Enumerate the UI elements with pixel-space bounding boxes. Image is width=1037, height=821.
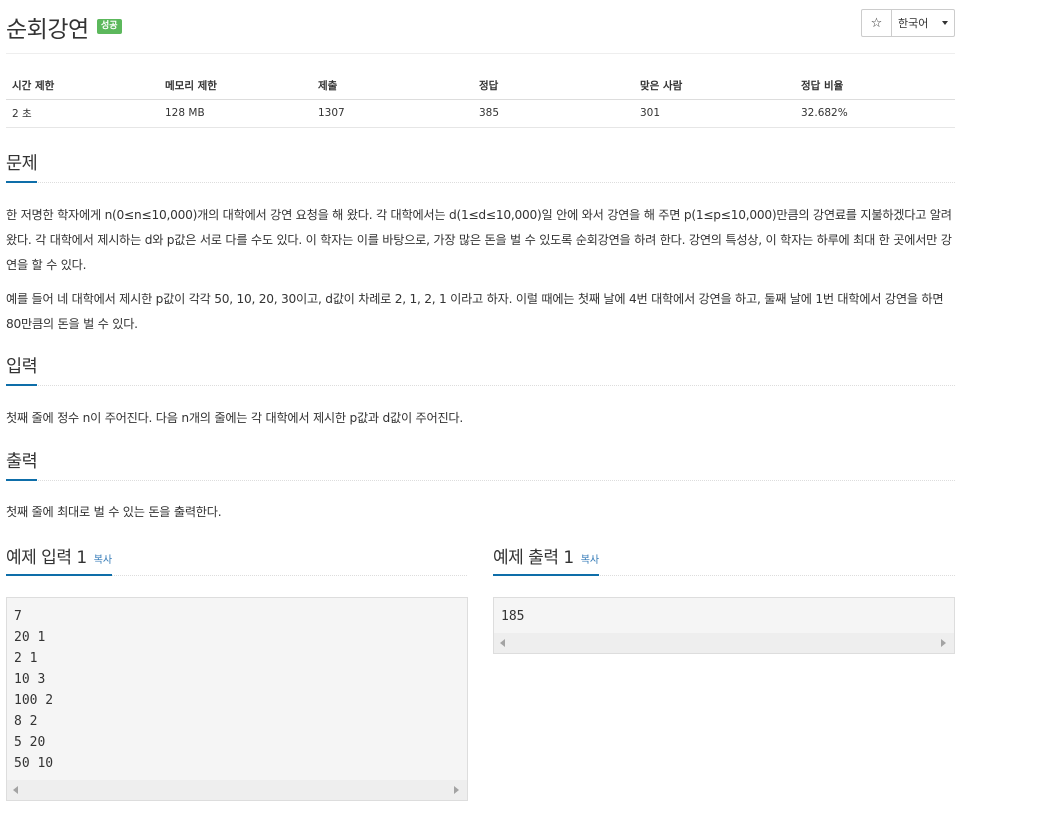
page-title: 순회강연 (6, 17, 89, 43)
scroll-left-icon[interactable] (500, 639, 505, 647)
sample-output-content: 185 (501, 609, 525, 624)
problem-description-2: 예를 들어 네 대학에서 제시한 p값이 각각 50, 10, 20, 30이고… (6, 292, 944, 331)
header-submissions: 제출 (312, 72, 473, 100)
table-row: 2 초 128 MB 1307 385 301 32.682% (6, 99, 955, 128)
input-section-header: 입력 (6, 356, 955, 386)
caret-down-icon (942, 21, 948, 25)
time-limit-value: 2 초 (6, 99, 159, 128)
header-accepted: 정답 (473, 72, 634, 100)
scroll-left-icon[interactable] (13, 786, 18, 794)
sample-input-title: 예제 입력 1 (6, 548, 87, 568)
scroll-right-icon[interactable] (941, 639, 946, 647)
scroll-right-icon[interactable] (454, 786, 459, 794)
header-solvers: 맞은 사람 (634, 72, 795, 100)
title-row: 순회강연 성공 ☆ 한국어 (6, 8, 955, 54)
copy-sample-input-link[interactable]: 복사 (94, 551, 112, 566)
title-actions: ☆ 한국어 (861, 9, 955, 37)
output-section-header: 출력 (6, 451, 955, 481)
copy-sample-output-link[interactable]: 복사 (581, 551, 599, 566)
star-icon: ☆ (870, 15, 883, 31)
problem-section-header: 문제 (6, 153, 955, 183)
sample-input-title-wrap: 예제 입력 1 복사 (6, 543, 113, 576)
header-time-limit: 시간 제한 (6, 72, 159, 100)
sample-output-box: 185 (493, 597, 955, 654)
header-memory-limit: 메모리 제한 (159, 72, 312, 100)
favorite-button[interactable]: ☆ (861, 9, 892, 37)
header-ratio: 정답 비율 (795, 72, 955, 100)
sample-input-scrollbar[interactable] (7, 780, 467, 800)
problem-info-table: 시간 제한 메모리 제한 제출 정답 맞은 사람 정답 비율 2 초 128 M… (6, 72, 955, 128)
ratio-value: 32.682% (795, 99, 955, 128)
language-label: 한국어 (898, 17, 929, 30)
memory-limit-value: 128 MB (159, 99, 312, 128)
status-badge: 성공 (97, 19, 122, 34)
input-description: 첫째 줄에 정수 n이 주어진다. 다음 n개의 줄에는 각 대학에서 제시한 … (6, 411, 464, 425)
sample-input-header: 예제 입력 1 복사 (6, 544, 467, 576)
sample-output-title-wrap: 예제 출력 1 복사 (493, 543, 600, 576)
sample-output-title: 예제 출력 1 (493, 548, 574, 568)
solvers-value: 301 (634, 99, 795, 128)
input-section-title: 입력 (6, 353, 38, 386)
language-dropdown[interactable]: 한국어 (891, 9, 955, 37)
problem-section-title: 문제 (6, 150, 38, 183)
table-header-row: 시간 제한 메모리 제한 제출 정답 맞은 사람 정답 비율 (6, 72, 955, 100)
output-section-title: 출력 (6, 448, 38, 481)
problem-page: 순회강연 성공 ☆ 한국어 시간 제한 메모리 제한 제출 정답 맞은 사람 정… (0, 0, 1037, 821)
submissions-value: 1307 (312, 99, 473, 128)
sample-output-header: 예제 출력 1 복사 (493, 544, 955, 576)
output-description: 첫째 줄에 최대로 벌 수 있는 돈을 출력한다. (6, 505, 222, 519)
accepted-value: 385 (473, 99, 634, 128)
sample-output-scrollbar[interactable] (494, 633, 954, 653)
sample-input-box: 7 20 1 2 1 10 3 100 2 8 2 5 20 50 10 (6, 597, 468, 801)
sample-input-content: 7 20 1 2 1 10 3 100 2 8 2 5 20 50 10 (14, 609, 54, 771)
problem-description-1: 한 저명한 학자에게 n(0≤n≤10,000)개의 대학에서 강연 요청을 해… (6, 208, 952, 272)
